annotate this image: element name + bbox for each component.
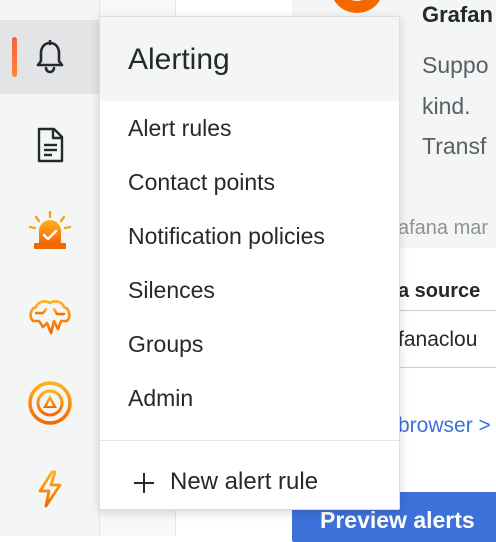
sidebar-item-documents[interactable] [0, 108, 99, 182]
alerting-menu: Alerting Alert rules Contact points Noti… [99, 16, 400, 510]
siren-icon [28, 211, 71, 249]
menu-header: Alerting [100, 17, 399, 101]
menu-title: Alerting [128, 43, 230, 76]
menu-item-label: Notification policies [128, 222, 325, 249]
menu-item-label: Alert rules [128, 114, 232, 141]
grafana-logo-icon [334, 0, 380, 13]
menu-item-notification-policies[interactable]: Notification policies [100, 209, 399, 263]
new-alert-rule-button[interactable]: New alert rule [100, 457, 399, 509]
nav-sidebar [0, 0, 100, 536]
background-browser-link[interactable]: browser > [398, 414, 491, 438]
menu-item-label: Contact points [128, 168, 276, 195]
background-card-desc-line: Suppo [422, 52, 489, 78]
sidebar-item-incidents[interactable] [0, 194, 99, 268]
menu-item-label: Groups [128, 330, 204, 357]
menu-item-admin[interactable]: Admin [100, 371, 399, 425]
preview-alerts-button-label: Preview alerts [320, 507, 475, 533]
lightning-icon [38, 470, 61, 508]
menu-item-alert-rules[interactable]: Alert rules [100, 101, 399, 155]
menu-divider [100, 440, 399, 441]
brain-icon [28, 300, 71, 335]
background-field-label: a source [398, 280, 481, 302]
background-card-title: Grafan [422, 2, 493, 27]
menu-item-groups[interactable]: Groups [100, 317, 399, 371]
background-field-value: fanaclou [398, 328, 478, 351]
sidebar-item-alerting[interactable] [0, 20, 99, 94]
menu-item-contact-points[interactable]: Contact points [100, 155, 399, 209]
background-card-desc-line: kind. [422, 93, 471, 119]
menu-item-silences[interactable]: Silences [100, 263, 399, 317]
background-subtext: afana mar [398, 217, 489, 239]
menu-item-label: Silences [128, 276, 215, 303]
sidebar-item-observability[interactable] [0, 366, 99, 440]
active-indicator [12, 37, 17, 77]
target-icon [27, 381, 72, 425]
sidebar-item-performance[interactable] [0, 452, 99, 526]
new-alert-rule-label: New alert rule [170, 468, 319, 495]
background-card-desc-line: Transf [422, 133, 487, 159]
plus-icon [133, 472, 155, 494]
document-icon [37, 127, 63, 163]
menu-item-label: Admin [128, 384, 194, 411]
sidebar-item-machine-learning[interactable] [0, 280, 99, 354]
bell-icon [36, 40, 63, 74]
